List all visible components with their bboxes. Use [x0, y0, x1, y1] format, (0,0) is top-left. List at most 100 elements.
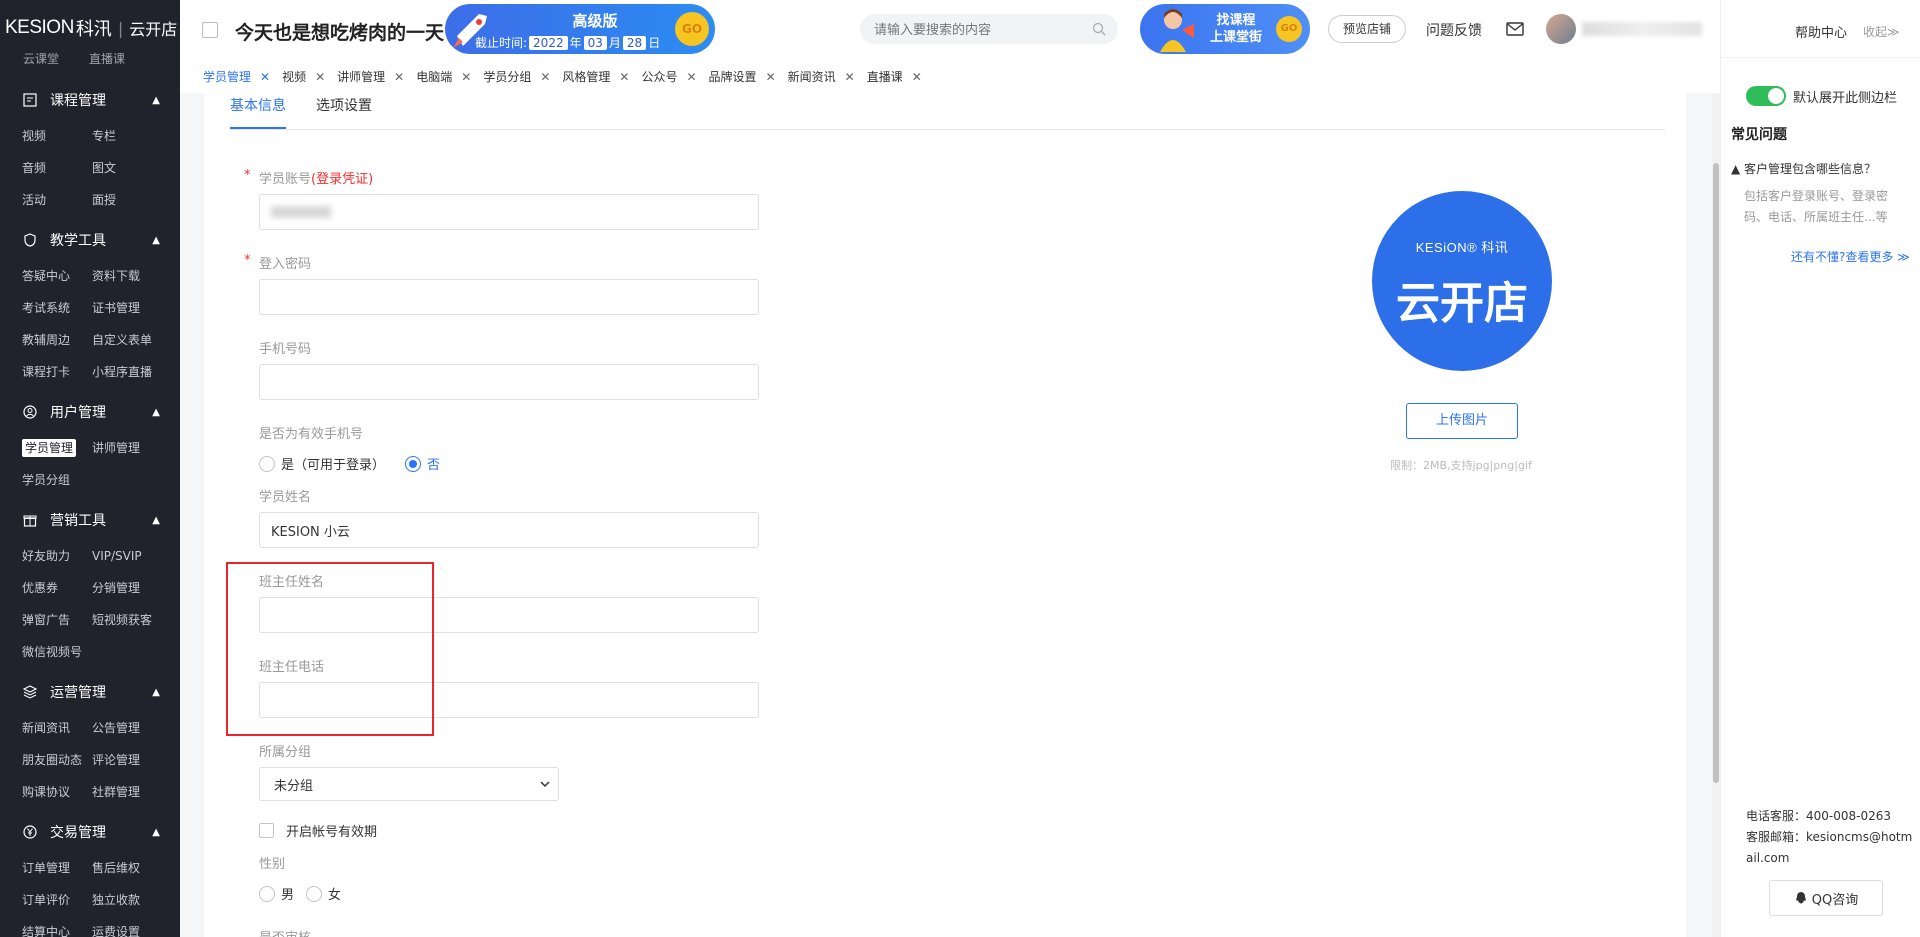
- password-input[interactable]: [259, 279, 759, 315]
- content-scrollbar[interactable]: [1712, 93, 1720, 937]
- sidebar-item-short-video[interactable]: 短视频获客: [92, 604, 180, 636]
- tab-style[interactable]: 风格管理 ✕: [562, 68, 629, 85]
- course-go-button[interactable]: GO: [1276, 16, 1302, 42]
- sidebar-item-live-class[interactable]: 直播课: [89, 52, 125, 64]
- valid-phone-no-radio[interactable]: 否: [405, 454, 440, 473]
- sidebar-item-custom-form[interactable]: 自定义表单: [92, 324, 180, 356]
- sidebar-item-orders[interactable]: 订单管理: [22, 852, 92, 884]
- sidebar-item-cloud-class[interactable]: 云课堂: [23, 52, 59, 64]
- plan-promo-banner[interactable]: 高级版 截止时间: 2022 年 03 月 28 日 GO: [445, 4, 715, 54]
- sidebar-item-coupons[interactable]: 优惠券: [22, 572, 92, 604]
- sidebar-item-students[interactable]: 学员管理: [22, 432, 92, 464]
- close-icon[interactable]: ✕: [619, 70, 629, 84]
- group-select[interactable]: 未分组: [259, 767, 559, 801]
- sidebar-item-after-sales[interactable]: 售后维权: [92, 852, 180, 884]
- close-icon[interactable]: ✕: [315, 70, 325, 84]
- sidebar-item-article[interactable]: 图文: [92, 152, 180, 184]
- sidebar-item-mini-live[interactable]: 小程序直播: [92, 356, 180, 388]
- sidebar-item-peripheral[interactable]: 教辅周边: [22, 324, 92, 356]
- menu-head-trade[interactable]: 交易管理 ▲: [0, 812, 180, 852]
- close-icon[interactable]: ✕: [766, 70, 776, 84]
- logo[interactable]: KESION 科汛 | 云开店: [0, 0, 180, 56]
- sidebar-item-teachers[interactable]: 讲师管理: [92, 432, 180, 464]
- expiry-checkbox-row[interactable]: 开启帐号有效期: [259, 821, 377, 840]
- gender-female-radio[interactable]: 女: [306, 884, 341, 903]
- sidebar-item-community[interactable]: 社群管理: [92, 776, 180, 808]
- gender-male-radio[interactable]: 男: [259, 884, 294, 903]
- sidebar-item-comments[interactable]: 评论管理: [92, 744, 180, 776]
- menu-head-course[interactable]: 课程管理 ▲: [0, 80, 180, 120]
- sidebar-item-agreement[interactable]: 购课协议: [22, 776, 92, 808]
- sidebar-item-checkin[interactable]: 课程打卡: [22, 356, 92, 388]
- sidebar-item-wechat-channels[interactable]: 微信视频号: [22, 636, 92, 668]
- default-expand-toggle[interactable]: [1746, 86, 1786, 106]
- course-promo-banner[interactable]: 找课程 上课堂街 GO: [1140, 4, 1310, 54]
- scrollbar-thumb[interactable]: [1713, 163, 1719, 783]
- tab-live[interactable]: 直播课 ✕: [867, 68, 922, 85]
- tab-video[interactable]: 视频 ✕: [282, 68, 325, 85]
- faq-more-link[interactable]: 还有不懂?查看更多 ≫: [1791, 248, 1910, 265]
- menu-head-user[interactable]: 用户管理 ▲: [0, 392, 180, 432]
- search-box[interactable]: [860, 14, 1118, 44]
- name-input[interactable]: KESION 小云: [259, 512, 759, 548]
- sidebar-item-student-groups[interactable]: 学员分组: [22, 464, 92, 496]
- sidebar-item-exam[interactable]: 考试系统: [22, 292, 92, 324]
- sidebar-item-qa[interactable]: 答疑中心: [22, 260, 92, 292]
- sidebar-item-download[interactable]: 资料下载: [92, 260, 180, 292]
- search-icon[interactable]: [1092, 22, 1106, 36]
- sidebar-item-vip[interactable]: VIP/SVIP: [92, 540, 180, 572]
- menu-head-teaching[interactable]: 教学工具 ▲: [0, 220, 180, 260]
- sidebar-item-moments[interactable]: 朋友圈动态: [22, 744, 92, 776]
- close-icon[interactable]: ✕: [686, 70, 696, 84]
- chevron-up-icon: ▲: [152, 826, 160, 838]
- feedback-link[interactable]: 问题反馈: [1426, 20, 1482, 40]
- close-icon[interactable]: ✕: [461, 70, 471, 84]
- sidebar-item-column[interactable]: 专栏: [92, 120, 180, 152]
- sidebar-item-friend-help[interactable]: 好友助力: [22, 540, 92, 572]
- menu-head-operations[interactable]: 运营管理 ▲: [0, 672, 180, 712]
- collapse-panel-button[interactable]: 收起≫: [1863, 23, 1900, 40]
- sidebar-item-announcements[interactable]: 公告管理: [92, 712, 180, 744]
- avatar[interactable]: [1546, 14, 1576, 44]
- close-icon[interactable]: ✕: [394, 70, 404, 84]
- faq-question[interactable]: ▲ 客户管理包含哪些信息？: [1731, 160, 1876, 177]
- close-icon[interactable]: ✕: [540, 70, 550, 84]
- tab-brand[interactable]: 品牌设置 ✕: [709, 68, 776, 85]
- subtab-options[interactable]: 选项设置: [316, 95, 372, 129]
- account-input[interactable]: [259, 194, 759, 230]
- sidebar-item-offline[interactable]: 面授: [92, 184, 180, 216]
- tab-teachers[interactable]: 讲师管理 ✕: [337, 68, 404, 85]
- expiry-checkbox[interactable]: [259, 823, 274, 838]
- sidebar-item-activity[interactable]: 活动: [22, 184, 92, 216]
- mail-icon[interactable]: [1506, 21, 1524, 37]
- close-icon[interactable]: ✕: [912, 70, 922, 84]
- menu-head-marketing[interactable]: 营销工具 ▲: [0, 500, 180, 540]
- sidebar-item-audio[interactable]: 音频: [22, 152, 92, 184]
- qq-consult-button[interactable]: QQ咨询: [1769, 880, 1883, 916]
- tab-pc[interactable]: 电脑端 ✕: [416, 68, 471, 85]
- close-icon[interactable]: ✕: [260, 70, 270, 84]
- sidebar-item-payments[interactable]: 独立收款: [92, 884, 180, 916]
- sidebar-item-shipping[interactable]: 运费设置: [92, 916, 180, 937]
- phone-input[interactable]: [259, 364, 759, 400]
- search-input[interactable]: [860, 14, 1080, 44]
- sidebar-item-popup-ads[interactable]: 弹窗广告: [22, 604, 92, 636]
- tab-student-groups[interactable]: 学员分组 ✕: [483, 68, 550, 85]
- sidebar-item-order-reviews[interactable]: 订单评价: [22, 884, 92, 916]
- plan-go-button[interactable]: GO: [675, 12, 709, 46]
- sidebar-item-video[interactable]: 视频: [22, 120, 92, 152]
- preview-store-button[interactable]: 预览店铺: [1328, 15, 1407, 43]
- username-redacted[interactable]: [1582, 22, 1702, 36]
- subtab-basic-info[interactable]: 基本信息: [230, 95, 286, 129]
- sidebar-toggle-icon[interactable]: [202, 22, 218, 38]
- valid-phone-yes-radio[interactable]: 是（可用于登录）: [259, 454, 385, 473]
- tab-official-account[interactable]: 公众号 ✕: [641, 68, 696, 85]
- sidebar-item-distribution[interactable]: 分销管理: [92, 572, 180, 604]
- sidebar-item-news[interactable]: 新闻资讯: [22, 712, 92, 744]
- tab-students[interactable]: 学员管理 ✕: [203, 68, 270, 85]
- tab-news[interactable]: 新闻资讯 ✕: [788, 68, 855, 85]
- sidebar-item-settlement[interactable]: 结算中心: [22, 916, 92, 937]
- sidebar-item-certificate[interactable]: 证书管理: [92, 292, 180, 324]
- upload-image-button[interactable]: 上传图片: [1406, 403, 1518, 439]
- close-icon[interactable]: ✕: [845, 70, 855, 84]
